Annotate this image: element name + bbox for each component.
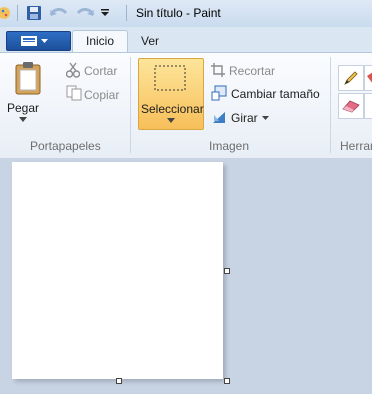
resize-handle-corner[interactable] — [224, 378, 230, 384]
undo-icon[interactable] — [48, 5, 70, 21]
group-label-tools: Herrar — [340, 139, 372, 153]
select-button-label: Seleccionar — [141, 102, 204, 116]
fill-tool-button[interactable] — [364, 65, 372, 91]
crop-icon — [211, 63, 225, 77]
paste-button[interactable]: Pegar — [7, 101, 39, 115]
redo-icon[interactable] — [74, 5, 96, 21]
save-icon[interactable] — [26, 5, 42, 21]
copy-button[interactable]: Copiar — [84, 88, 119, 102]
rotate-button[interactable]: Girar — [231, 111, 258, 125]
paint-menu-button[interactable] — [6, 31, 71, 51]
selection-rectangle-icon — [154, 65, 186, 91]
cut-button[interactable]: Cortar — [84, 64, 117, 78]
crop-button[interactable]: Recortar — [229, 64, 275, 78]
rotate-icon — [213, 112, 225, 123]
group-label-image: Imagen — [209, 139, 250, 153]
separator — [130, 57, 131, 153]
fill-icon — [367, 72, 372, 83]
resize-handle-bottom[interactable] — [116, 378, 122, 384]
select-button[interactable]: Seleccionar — [138, 58, 204, 130]
ribbon: Pegar Cortar Copiar Portapapeles Selecci… — [0, 52, 372, 159]
separator — [126, 5, 127, 21]
separator — [17, 5, 18, 21]
ribbon-tabs: Inicio Ver — [0, 27, 372, 53]
tab-ver[interactable]: Ver — [141, 31, 159, 51]
tab-inicio[interactable]: Inicio — [72, 30, 128, 53]
scissors-icon — [66, 62, 80, 78]
resize-handle-right[interactable] — [224, 268, 230, 274]
paint-app-icon[interactable] — [0, 6, 12, 20]
pencil-icon — [344, 71, 358, 85]
customize-dropdown-icon[interactable] — [100, 8, 110, 18]
drawing-canvas[interactable] — [12, 162, 223, 379]
eraser-tool-button[interactable] — [338, 93, 364, 119]
title-bar: Sin título - Paint — [0, 0, 372, 27]
select-dropdown-icon[interactable] — [167, 118, 175, 124]
pencil-tool-button[interactable] — [338, 65, 364, 91]
separator — [330, 57, 331, 153]
group-label-clipboard: Portapapeles — [30, 139, 101, 153]
picker-tool-button[interactable] — [364, 93, 372, 119]
eraser-icon — [342, 100, 360, 113]
menu-icon — [21, 36, 48, 46]
window-title: Sin título - Paint — [136, 6, 221, 20]
clipboard-icon — [15, 62, 41, 95]
rotate-dropdown-icon[interactable] — [262, 116, 269, 121]
resize-icon — [211, 85, 227, 101]
copy-icon — [66, 85, 82, 101]
paste-dropdown-icon[interactable] — [19, 117, 27, 123]
resize-button[interactable]: Cambiar tamaño — [231, 87, 320, 101]
